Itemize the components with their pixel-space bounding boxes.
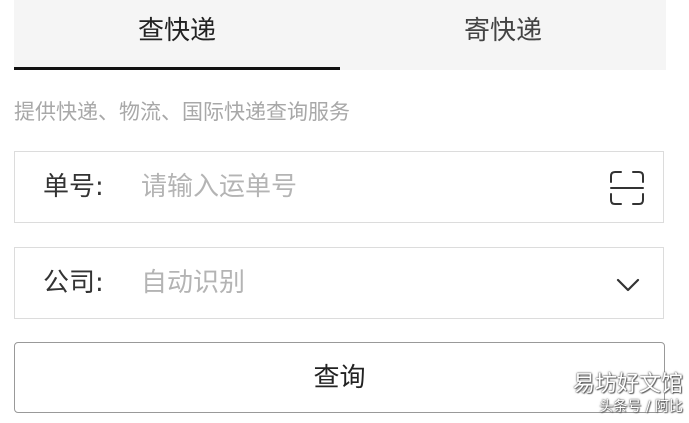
- scan-icon[interactable]: [609, 170, 645, 206]
- watermark: 易坊好文馆 头条号 / 阿比: [573, 372, 683, 416]
- tab-bar: 查快递 寄快递: [14, 0, 666, 70]
- tracking-number-field: 单号:: [14, 151, 664, 223]
- express-query-page: 查快递 寄快递 提供快递、物流、国际快递查询服务 单号: 公司: 自动识别 查询: [0, 0, 689, 423]
- tracking-number-input[interactable]: [141, 167, 571, 207]
- tab-query-express[interactable]: 查快递: [14, 0, 340, 70]
- tracking-number-label: 单号:: [43, 172, 104, 202]
- courier-company-label: 公司:: [43, 268, 104, 298]
- query-button[interactable]: 查询: [14, 342, 665, 413]
- tab-send-express[interactable]: 寄快递: [340, 0, 666, 70]
- active-tab-underline: [14, 67, 340, 70]
- service-description: 提供快递、物流、国际快递查询服务: [14, 100, 350, 124]
- tab-query-express-label: 查快递: [137, 16, 216, 46]
- watermark-main-text: 易坊好文馆: [572, 372, 683, 397]
- tab-send-express-label: 寄快递: [463, 16, 542, 46]
- chevron-down-icon[interactable]: [615, 272, 641, 298]
- courier-company-select[interactable]: 自动识别: [141, 263, 571, 303]
- courier-company-field[interactable]: 公司: 自动识别: [14, 247, 664, 319]
- watermark-sub-text: 头条号 / 阿比: [599, 399, 683, 415]
